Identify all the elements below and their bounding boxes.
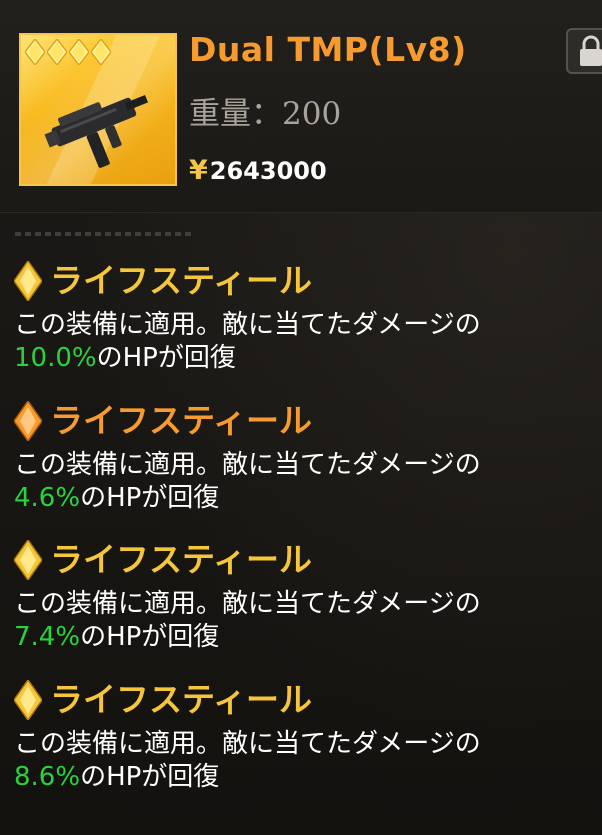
rarity-diamond-icon <box>69 39 89 65</box>
item-header: Dual TMP(Lv8) 重量：200 ¥2643000 <box>0 0 602 213</box>
skill-entry: ライフスティール この装備に適用。敵に当てたダメージの 10.0%のHPが回復 <box>14 261 594 373</box>
skill-name: ライフスティール <box>50 261 313 300</box>
price-value: 2643000 <box>209 157 327 185</box>
skill-percent: 4.6% <box>14 483 81 513</box>
skill-name: ライフスティール <box>50 540 313 579</box>
rarity-diamond-icon <box>25 39 45 65</box>
rarity-diamond-icon <box>47 39 67 65</box>
skill-name: ライフスティール <box>50 401 313 440</box>
item-thumbnail[interactable] <box>19 33 177 186</box>
lock-button[interactable] <box>566 28 602 74</box>
yellow-gem-icon <box>14 680 42 720</box>
skill-percent: 10.0% <box>14 343 97 373</box>
orange-gem-icon <box>14 401 42 441</box>
skill-description: この装備に適用。敵に当てたダメージの 10.0%のHPが回復 <box>14 310 481 373</box>
skill-entry: ライフスティール この装備に適用。敵に当てたダメージの 7.4%のHPが回復 <box>14 540 594 652</box>
yellow-gem-icon <box>14 261 42 301</box>
rarity-diamond-icon <box>91 39 111 65</box>
yen-icon: ¥ <box>189 155 208 186</box>
skill-entry: ライフスティール この装備に適用。敵に当てたダメージの 8.6%のHPが回復 <box>14 680 594 792</box>
skill-name: ライフスティール <box>50 680 313 719</box>
yellow-gem-icon <box>14 540 42 580</box>
scroll-fade-divider <box>15 232 195 236</box>
skill-entry: ライフスティール この装備に適用。敵に当てたダメージの 4.6%のHPが回復 <box>14 401 594 513</box>
item-detail-panel: Dual TMP(Lv8) 重量：200 ¥2643000 ライフスティール こ… <box>0 0 602 835</box>
skill-description: この装備に適用。敵に当てたダメージの 8.6%のHPが回復 <box>14 729 481 792</box>
smg-weapon-icon <box>44 94 149 168</box>
lock-icon <box>580 35 602 66</box>
item-price: ¥2643000 <box>189 155 327 186</box>
item-weight: 重量：200 <box>189 96 342 132</box>
skill-percent: 8.6% <box>14 762 81 792</box>
skill-percent: 7.4% <box>14 622 81 652</box>
skill-description: この装備に適用。敵に当てたダメージの 4.6%のHPが回復 <box>14 450 481 513</box>
item-name: Dual TMP(Lv8) <box>189 30 467 69</box>
rarity-stars <box>25 39 111 65</box>
skill-description: この装備に適用。敵に当てたダメージの 7.4%のHPが回復 <box>14 589 481 652</box>
